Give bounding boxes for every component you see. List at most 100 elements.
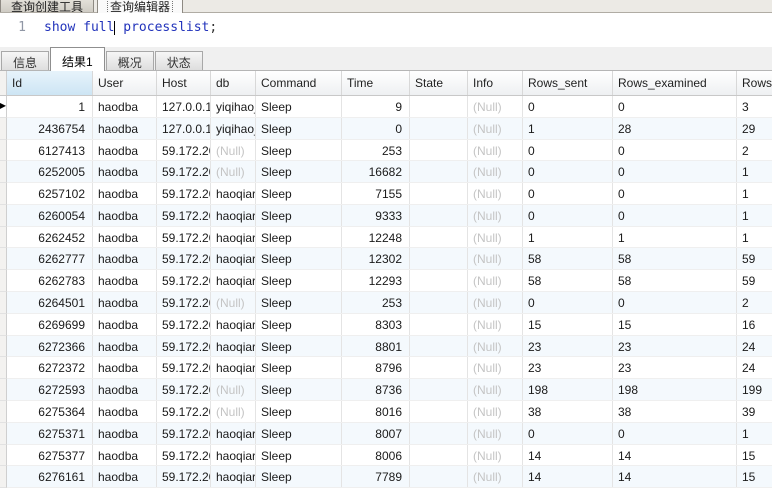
cell[interactable]: 6272593 — [7, 379, 93, 400]
cell[interactable]: 0 — [613, 139, 737, 161]
cell[interactable]: haoqiar — [211, 444, 256, 466]
cell[interactable]: 59.172.20 — [157, 226, 211, 248]
cell[interactable]: Sleep — [256, 117, 342, 139]
cell[interactable]: 198 — [523, 379, 613, 400]
cell[interactable] — [410, 96, 468, 117]
cell[interactable]: haodba — [93, 335, 157, 357]
row-gutter[interactable] — [0, 422, 7, 445]
cell[interactable]: 15 — [737, 466, 772, 487]
cell[interactable]: 8736 — [342, 379, 410, 400]
cell[interactable]: (Null) — [468, 400, 523, 422]
cell[interactable]: (Null) — [468, 444, 523, 466]
cell[interactable]: 59.172.20 — [157, 248, 211, 270]
cell[interactable]: 12293 — [342, 270, 410, 292]
row-gutter[interactable] — [0, 444, 7, 467]
cell[interactable]: 59.172.20 — [157, 379, 211, 400]
cell[interactable]: Sleep — [256, 161, 342, 183]
cell[interactable]: 59.172.20 — [157, 204, 211, 226]
cell[interactable]: 59.172.20 — [157, 335, 211, 357]
cell[interactable]: 28 — [613, 117, 737, 139]
cell[interactable]: Sleep — [256, 96, 342, 117]
cell[interactable]: 6275364 — [7, 400, 93, 422]
cell[interactable]: haoqiar — [211, 183, 256, 204]
cell[interactable]: 14 — [613, 444, 737, 466]
row-gutter[interactable] — [0, 335, 7, 358]
row-gutter[interactable] — [0, 357, 7, 380]
cell[interactable]: Sleep — [256, 444, 342, 466]
cell[interactable]: haoqiar — [211, 248, 256, 270]
row-gutter[interactable] — [0, 248, 7, 271]
cell[interactable]: Sleep — [256, 357, 342, 379]
cell[interactable]: 1 — [737, 423, 772, 444]
cell[interactable]: 1 — [737, 183, 772, 204]
cell[interactable]: 14 — [523, 444, 613, 466]
cell[interactable]: 8796 — [342, 357, 410, 379]
result-tab-inactive[interactable]: 状态 — [154, 51, 203, 70]
result-tab-inactive[interactable]: 概况 — [105, 51, 154, 70]
cell[interactable]: Sleep — [256, 270, 342, 292]
cell[interactable]: 7155 — [342, 183, 410, 204]
cell[interactable] — [410, 357, 468, 379]
cell[interactable]: 1 — [737, 227, 772, 248]
cell[interactable]: 9333 — [342, 204, 410, 226]
result-tab-active[interactable]: 结果1 — [50, 47, 105, 71]
cell[interactable]: 127.0.0.1: — [157, 117, 211, 139]
cell[interactable]: 58 — [523, 248, 613, 270]
cell[interactable]: (Null) — [468, 248, 523, 270]
cell[interactable]: 58 — [613, 270, 737, 292]
cell[interactable]: 59.172.20 — [157, 270, 211, 292]
cell[interactable]: Sleep — [256, 313, 342, 335]
row-gutter[interactable] — [0, 270, 7, 293]
cell[interactable]: (Null) — [468, 183, 523, 204]
cell[interactable]: 1 — [737, 205, 772, 226]
cell[interactable]: 6260054 — [7, 204, 93, 226]
cell[interactable]: 59.172.20 — [157, 139, 211, 161]
row-gutter[interactable] — [0, 117, 7, 140]
cell[interactable] — [410, 379, 468, 400]
cell[interactable]: 6252005 — [7, 161, 93, 183]
cell[interactable]: haodba — [93, 161, 157, 183]
cell[interactable]: 0 — [613, 96, 737, 117]
result-tab-inactive[interactable]: 信息 — [1, 51, 50, 70]
cell[interactable]: haodba — [93, 248, 157, 270]
cell[interactable]: 0 — [613, 204, 737, 226]
cell[interactable] — [410, 270, 468, 292]
cell[interactable]: (Null) — [211, 139, 256, 161]
column-header[interactable]: User — [93, 71, 157, 95]
cell[interactable] — [410, 204, 468, 226]
cell[interactable]: 1 — [523, 226, 613, 248]
sql-editor[interactable]: 1 show full processlist; — [0, 13, 772, 47]
cell[interactable]: 38 — [523, 400, 613, 422]
cell[interactable]: 24 — [737, 336, 772, 357]
cell[interactable]: 6275371 — [7, 422, 93, 444]
cell[interactable]: (Null) — [468, 161, 523, 183]
cell[interactable]: 38 — [613, 400, 737, 422]
cell[interactable]: 59.172.20 — [157, 313, 211, 335]
cell[interactable]: 1 — [613, 226, 737, 248]
cell[interactable]: yiqihao_ — [211, 96, 256, 117]
cell[interactable]: (Null) — [468, 313, 523, 335]
cell[interactable] — [410, 226, 468, 248]
cell[interactable]: Sleep — [256, 466, 342, 488]
cell[interactable]: 6275377 — [7, 444, 93, 466]
cell[interactable] — [410, 292, 468, 313]
cell[interactable]: 59.172.20 — [157, 400, 211, 422]
cell[interactable]: Sleep — [256, 139, 342, 161]
cell[interactable]: haodba — [93, 357, 157, 379]
cell[interactable]: 6264501 — [7, 292, 93, 313]
cell[interactable]: (Null) — [468, 422, 523, 444]
column-header[interactable]: Time — [342, 71, 410, 95]
cell[interactable]: 59 — [737, 248, 772, 269]
row-gutter[interactable] — [0, 139, 7, 162]
cell[interactable]: 12248 — [342, 226, 410, 248]
cell[interactable]: 1 — [7, 96, 93, 117]
cell[interactable]: haodba — [93, 400, 157, 422]
cell[interactable]: (Null) — [468, 379, 523, 400]
window-tab[interactable]: 查询创建工具 — [0, 0, 95, 12]
cell[interactable] — [410, 183, 468, 204]
cell[interactable]: 39 — [737, 401, 772, 422]
cell[interactable]: 16 — [737, 314, 772, 335]
cell[interactable]: 16682 — [342, 161, 410, 183]
cell[interactable]: haodba — [93, 139, 157, 161]
cell[interactable]: haodba — [93, 444, 157, 466]
